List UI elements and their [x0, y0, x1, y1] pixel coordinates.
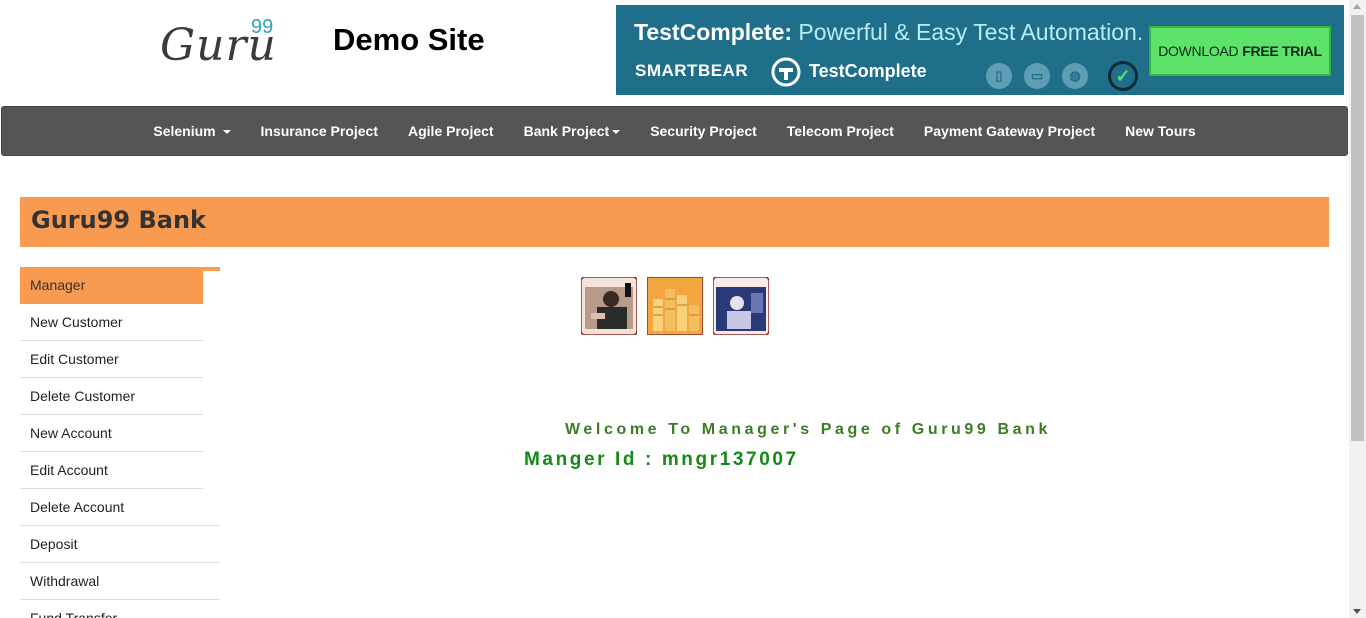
sidebar-item-withdrawal[interactable]: Withdrawal	[20, 563, 220, 600]
smartbear-logo: SMARTBEAR	[635, 61, 749, 80]
logo-superscript: 99	[251, 16, 274, 38]
nav-label: Selenium	[153, 123, 216, 139]
businessman-photo	[581, 277, 637, 335]
bank-header-banner: Guru99 Bank	[20, 197, 1329, 247]
mobile-icon: ▯	[986, 63, 1012, 89]
manager-id-text: Manger Id : mngr137007	[524, 449, 799, 470]
desktop-icon: ▭	[1024, 63, 1050, 89]
nav-payment-gateway-project[interactable]: Payment Gateway Project	[909, 123, 1110, 139]
sidebar-item-edit-account[interactable]: Edit Account	[20, 452, 203, 489]
main-navbar: Selenium Insurance Project Agile Project…	[1, 106, 1348, 156]
nav-new-tours[interactable]: New Tours	[1110, 123, 1211, 139]
scroll-thumb[interactable]	[1351, 15, 1364, 441]
vertical-scrollbar[interactable]	[1349, 0, 1366, 618]
ad-headline-light: Powerful & Easy Test Automation.	[792, 19, 1144, 45]
sidebar-item-deposit[interactable]: Deposit	[20, 526, 220, 563]
nav-list: Selenium Insurance Project Agile Project…	[138, 123, 1210, 139]
testcomplete-product-name: TestComplete	[809, 61, 927, 81]
caret-down-icon	[222, 130, 231, 135]
ad-platform-icons: ▯ ▭ ◍ ✓	[986, 61, 1138, 91]
woman-phone-photo	[713, 277, 769, 335]
download-free-trial-button[interactable]: DOWNLOAD FREE TRIAL	[1149, 26, 1331, 76]
sidebar-item-delete-account[interactable]: Delete Account	[20, 489, 220, 526]
ad-headline: TestComplete: Powerful & Easy Test Autom…	[634, 19, 1143, 46]
nav-insurance-project[interactable]: Insurance Project	[246, 123, 394, 139]
sidebar-menu-list: Manager New Customer Edit Customer Delet…	[20, 267, 220, 618]
page: Guru 99 Demo Site TestComplete: Powerful…	[0, 0, 1349, 618]
nav-agile-project[interactable]: Agile Project	[393, 123, 509, 139]
sidebar-item-new-account[interactable]: New Account	[20, 415, 203, 452]
bank-images-strip	[581, 275, 773, 337]
scroll-down-arrow-icon[interactable]	[1353, 609, 1361, 614]
web-globe-icon: ◍	[1062, 63, 1088, 89]
sidebar-item-new-customer[interactable]: New Customer	[20, 304, 203, 341]
coins-stack-photo	[647, 277, 703, 335]
ad-headline-bold: TestComplete:	[634, 19, 793, 45]
testcomplete-ad-banner[interactable]: TestComplete: Powerful & Easy Test Autom…	[616, 5, 1344, 95]
guru99-logo[interactable]: Guru 99	[160, 16, 290, 71]
nav-security-project[interactable]: Security Project	[635, 123, 772, 139]
cta-bold: FREE TRIAL	[1242, 43, 1322, 59]
site-title: Demo Site	[333, 22, 485, 57]
testcomplete-logo-icon	[771, 57, 801, 87]
nav-telecom-project[interactable]: Telecom Project	[772, 123, 909, 139]
nav-selenium[interactable]: Selenium	[138, 123, 245, 139]
checkmark-icon: ✓	[1108, 61, 1138, 91]
sidebar-item-manager[interactable]: Manager	[20, 267, 203, 304]
welcome-message: Welcome To Manager's Page of Guru99 Bank	[565, 421, 1051, 438]
sidebar-item-edit-customer[interactable]: Edit Customer	[20, 341, 203, 378]
nav-bank-project[interactable]: Bank Project	[509, 123, 636, 139]
bank-title: Guru99 Bank	[31, 206, 206, 234]
sidebar-item-delete-customer[interactable]: Delete Customer	[20, 378, 203, 415]
scroll-up-arrow-icon[interactable]	[1353, 4, 1361, 9]
sidebar-item-fund-transfer[interactable]: Fund Transfer	[20, 600, 220, 618]
caret-down-icon	[612, 130, 621, 135]
cta-prefix: DOWNLOAD	[1158, 43, 1239, 59]
nav-label: Bank Project	[523, 123, 610, 139]
